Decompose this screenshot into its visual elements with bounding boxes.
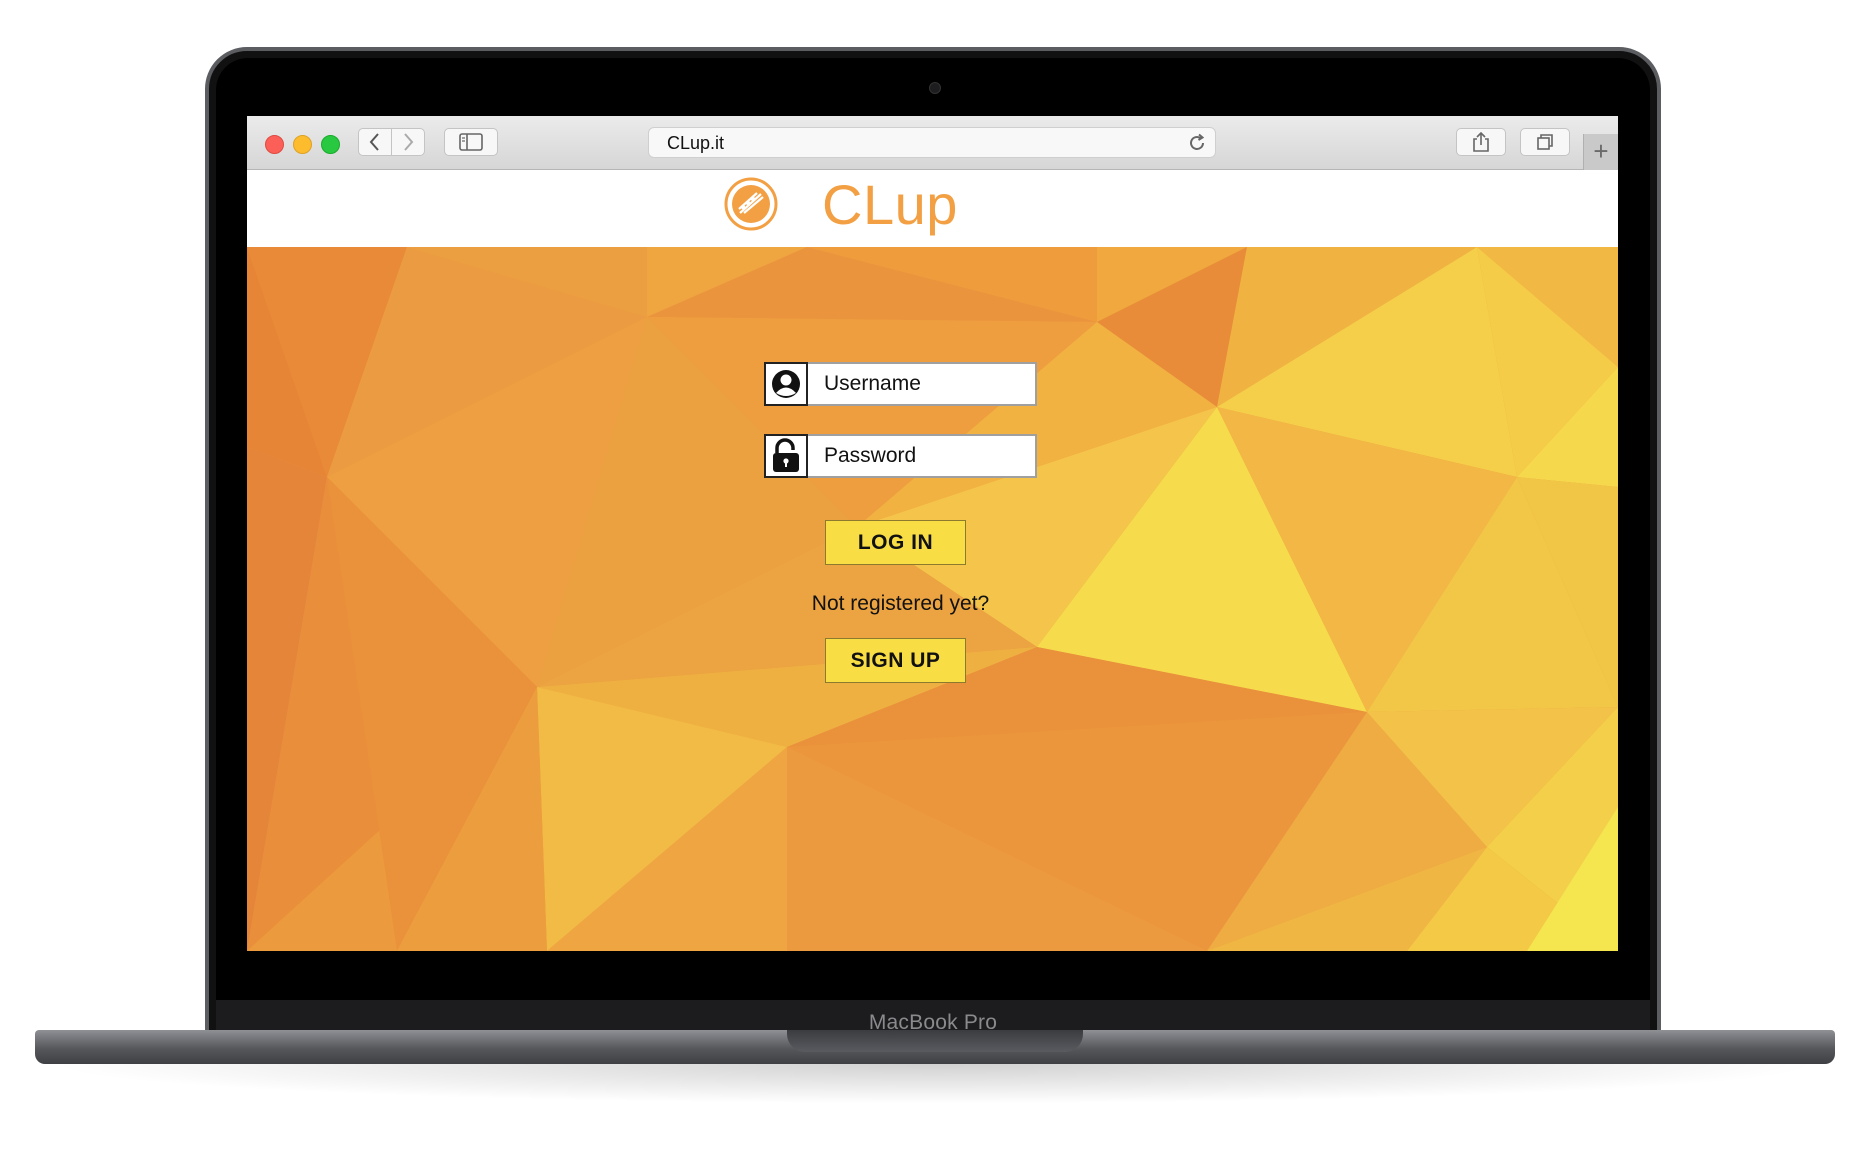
maximize-window-button[interactable]: [321, 135, 340, 154]
chevron-left-icon: [369, 133, 379, 151]
login-button[interactable]: LOG IN: [825, 520, 966, 565]
share-button[interactable]: [1456, 128, 1506, 156]
signup-prompt: Not registered yet?: [811, 592, 990, 615]
site-header: CLup: [247, 170, 1618, 247]
share-icon: [1473, 131, 1489, 152]
forward-button[interactable]: [391, 128, 425, 156]
sidebar-icon: [459, 133, 483, 151]
clup-logo-icon: [724, 177, 778, 231]
password-input[interactable]: [808, 434, 1037, 478]
lock-icon: [764, 434, 808, 478]
reload-icon[interactable]: [1185, 131, 1209, 155]
close-window-button[interactable]: [265, 135, 284, 154]
minimize-window-button[interactable]: [293, 135, 312, 154]
url-text: CLup.it: [667, 133, 725, 153]
site-title: CLup: [822, 173, 958, 236]
base-shadow: [45, 1064, 1825, 1104]
chevron-right-icon: [404, 133, 414, 151]
address-bar[interactable]: CLup.it: [648, 127, 1216, 158]
camera-icon: [929, 82, 941, 94]
back-button[interactable]: [358, 128, 392, 156]
signup-button[interactable]: SIGN UP: [825, 638, 966, 683]
username-row: [764, 362, 1037, 406]
laptop-notch: [787, 1030, 1083, 1052]
sidebar-toggle-button[interactable]: [444, 128, 498, 156]
browser-window: CLup.it + CLup Username LOG IN Not regis…: [247, 116, 1618, 951]
password-row: [764, 434, 1037, 478]
login-hero: LOG IN Not registered yet? SIGN UP: [247, 247, 1618, 951]
user-icon: [764, 362, 808, 406]
new-tab-button[interactable]: +: [1583, 134, 1618, 170]
browser-toolbar: CLup.it +: [247, 116, 1618, 170]
show-tabs-button[interactable]: [1520, 128, 1570, 156]
tabs-icon: [1537, 134, 1553, 150]
username-input[interactable]: [808, 362, 1037, 406]
